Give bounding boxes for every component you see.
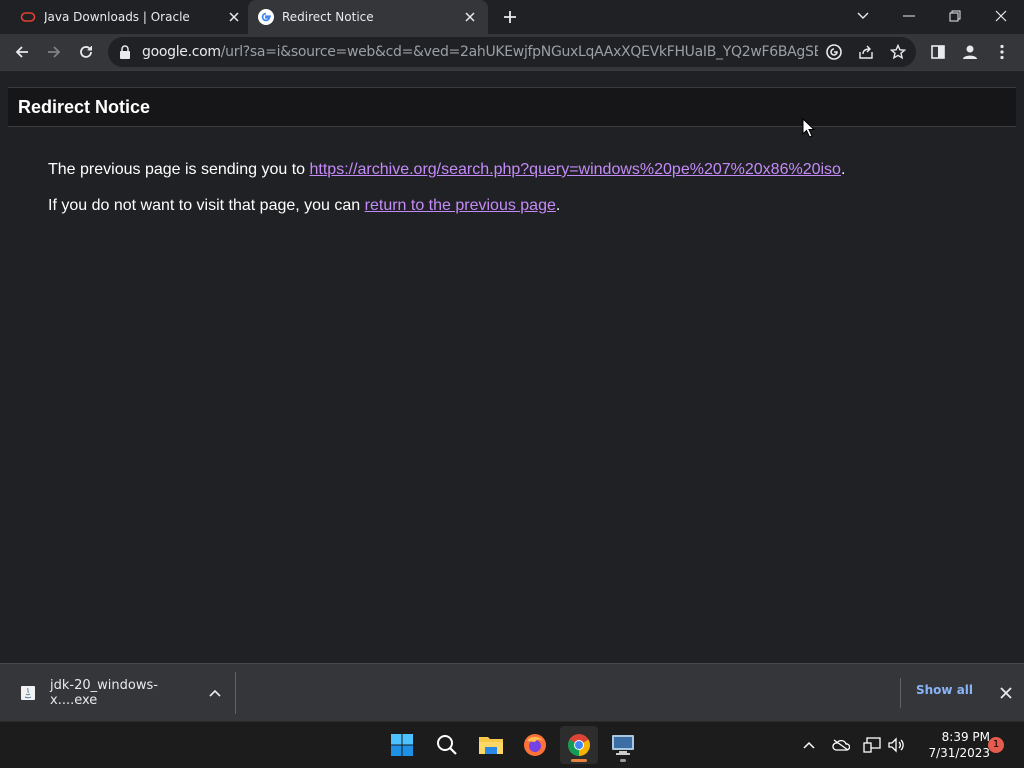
chrome-icon: [568, 734, 590, 756]
close-tab-icon[interactable]: [462, 9, 478, 25]
taskbar: 8:39 PM 7/31/2023 1: [0, 721, 1024, 768]
windows-logo-icon: [391, 734, 413, 756]
firefox-button[interactable]: [516, 726, 554, 764]
redirect-message: The previous page is sending you to http…: [48, 161, 845, 179]
chrome-button[interactable]: [560, 726, 598, 764]
lock-icon: [119, 45, 131, 64]
google-icon: [258, 9, 274, 25]
close-tab-icon[interactable]: [226, 9, 242, 25]
show-all-button[interactable]: Show all: [916, 683, 973, 697]
close-icon: [1000, 687, 1012, 699]
show-hidden-icons-button[interactable]: [798, 734, 820, 756]
java-file-icon: [20, 685, 36, 701]
search-button[interactable]: [428, 726, 466, 764]
start-button[interactable]: [383, 726, 421, 764]
network-icon[interactable]: [861, 734, 883, 756]
close-window-button[interactable]: [978, 0, 1024, 32]
menu-button[interactable]: [988, 38, 1016, 66]
volume-icon[interactable]: [885, 734, 907, 756]
return-previous-link[interactable]: return to the previous page: [365, 197, 556, 214]
reload-button[interactable]: [72, 38, 100, 66]
tab-search-button[interactable]: [840, 0, 886, 32]
remote-desktop-button[interactable]: [604, 726, 642, 764]
message-punct: .: [840, 161, 846, 178]
mouse-cursor-icon: [802, 117, 816, 143]
file-explorer-button[interactable]: [472, 726, 510, 764]
url-path: /url?sa=i&source=web&cd=&ved=2ahUKEwjfpN…: [220, 44, 818, 60]
tab-title: Java Downloads | Oracle: [44, 10, 190, 24]
address-bar[interactable]: google.com/url?sa=i&source=web&cd=&ved=2…: [108, 37, 916, 67]
monitor-icon: [612, 735, 634, 755]
kebab-menu-icon: [1000, 44, 1004, 60]
message-text: The previous page is sending you to: [48, 161, 310, 178]
redirect-target-link[interactable]: https://archive.org/search.php?query=win…: [310, 161, 841, 178]
browser-toolbar: google.com/url?sa=i&source=web&cd=&ved=2…: [0, 34, 1024, 71]
arrow-right-icon: [48, 46, 61, 58]
bookmark-star-icon[interactable]: [886, 40, 910, 64]
new-tab-button[interactable]: [498, 5, 522, 29]
running-app-indicator: [620, 759, 626, 762]
notice-header: Redirect Notice: [8, 87, 1016, 127]
firefox-icon: [524, 734, 546, 756]
side-panel-button[interactable]: [924, 38, 952, 66]
tab-redirect-notice[interactable]: Redirect Notice: [248, 0, 488, 34]
system-clock[interactable]: 8:39 PM 7/31/2023: [910, 729, 990, 761]
reload-icon: [80, 46, 92, 58]
folder-icon: [479, 737, 503, 754]
google-lens-icon[interactable]: [822, 40, 846, 64]
divider: [900, 678, 901, 708]
message-punct: .: [555, 197, 561, 214]
message-text: If you do not want to visit that page, y…: [48, 197, 365, 214]
side-panel-icon: [931, 45, 945, 59]
back-button[interactable]: [8, 38, 36, 66]
page-content: Redirect Notice The previous page is sen…: [0, 71, 1024, 663]
close-download-bar-button[interactable]: [994, 681, 1018, 705]
tab-title: Redirect Notice: [282, 10, 374, 24]
clock-date: 7/31/2023: [928, 746, 990, 760]
active-app-indicator: [571, 759, 587, 762]
tab-java-downloads[interactable]: Java Downloads | Oracle: [14, 0, 246, 34]
url-host: google.com: [142, 44, 221, 60]
download-filename: jdk-20_windows-x....exe: [50, 678, 158, 708]
tab-strip: Java Downloads | Oracle Redirect Notice: [0, 0, 1024, 34]
return-message: If you do not want to visit that page, y…: [48, 197, 560, 215]
page-title: Redirect Notice: [18, 97, 151, 117]
onedrive-icon[interactable]: [830, 734, 852, 756]
chevron-up-icon: [803, 741, 815, 749]
profile-button[interactable]: [956, 38, 984, 66]
search-icon: [437, 735, 457, 755]
download-item[interactable]: jdk-20_windows-x....exe: [10, 672, 236, 714]
clock-time: 8:39 PM: [941, 730, 990, 744]
profile-icon: [963, 45, 977, 59]
url-text[interactable]: google.com/url?sa=i&source=web&cd=&ved=2…: [142, 37, 818, 67]
chevron-up-icon[interactable]: [203, 681, 227, 705]
notification-badge[interactable]: 1: [988, 737, 1004, 753]
oracle-icon: [20, 9, 36, 25]
minimize-button[interactable]: [886, 0, 932, 32]
forward-button[interactable]: [40, 38, 68, 66]
download-bar: jdk-20_windows-x....exe Show all: [0, 663, 1024, 721]
share-icon[interactable]: [854, 40, 878, 64]
arrow-left-icon: [15, 46, 28, 58]
restore-button[interactable]: [932, 0, 978, 32]
